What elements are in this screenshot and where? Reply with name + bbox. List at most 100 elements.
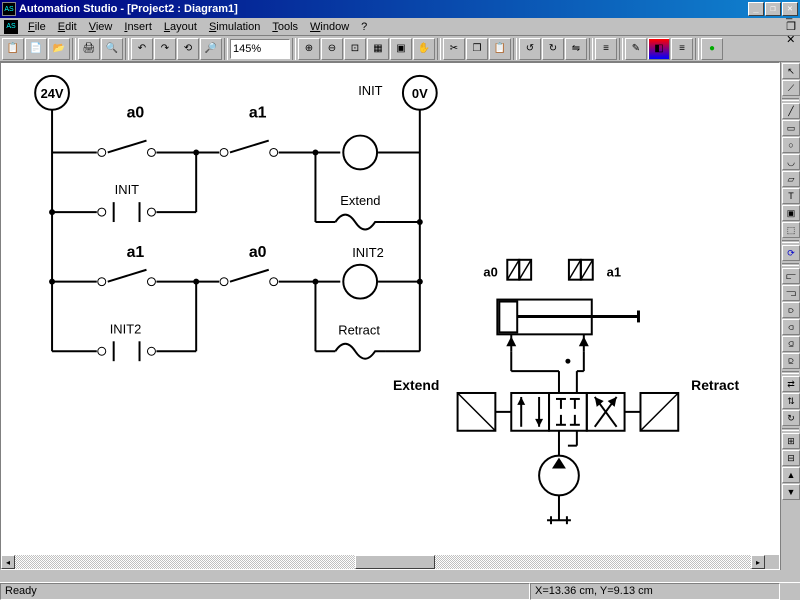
menubar: AS File Edit View Insert Layout Simulati…: [0, 18, 800, 36]
svg-text:a0: a0: [249, 244, 267, 261]
scroll-right-button[interactable]: ▸: [751, 555, 765, 569]
redo-button[interactable]: ↷: [154, 38, 176, 60]
svg-text:INIT2: INIT2: [110, 321, 142, 336]
flip-v-tool[interactable]: ⇅: [782, 393, 800, 409]
app-icon: AS: [2, 2, 16, 16]
svg-text:a1: a1: [607, 265, 621, 280]
scroll-thumb[interactable]: [355, 555, 435, 569]
align-center-tool[interactable]: ⫎: [782, 285, 800, 301]
menu-tools[interactable]: Tools: [266, 20, 304, 34]
window-title: Automation Studio - [Project2 : Diagram1…: [19, 3, 748, 15]
group-tool[interactable]: ⊞: [782, 433, 800, 449]
diagram-canvas[interactable]: 24V 0V a0 a1 INIT: [1, 63, 779, 555]
front-tool[interactable]: ▲: [782, 467, 800, 483]
scroll-left-button[interactable]: ◂: [1, 555, 15, 569]
label-0v: 0V: [412, 86, 428, 101]
align-left-tool[interactable]: ⫍: [782, 268, 800, 284]
text-tool[interactable]: T: [782, 188, 800, 204]
zoomin-button[interactable]: ⊕: [298, 38, 320, 60]
ellipse-tool[interactable]: ○: [782, 137, 800, 153]
label-24v: 24V: [41, 86, 64, 101]
cut-button[interactable]: ✂: [443, 38, 465, 60]
rung-1: a0 a1 INIT: [52, 83, 420, 170]
svg-text:Retract: Retract: [691, 377, 739, 393]
line-tool[interactable]: ╱: [782, 103, 800, 119]
mdi-restore-button[interactable]: ❐: [786, 20, 796, 33]
minimize-button[interactable]: _: [748, 2, 764, 16]
rect-tool[interactable]: ▭: [782, 120, 800, 136]
svg-text:Extend: Extend: [393, 377, 439, 393]
run-button[interactable]: ●: [701, 38, 723, 60]
print-button[interactable]: 🖨: [78, 38, 100, 60]
svg-text:INIT: INIT: [115, 182, 139, 197]
pointer-tool[interactable]: ↖: [782, 63, 800, 79]
line-button[interactable]: ≡: [671, 38, 693, 60]
cylinder-group: a0 a1: [483, 260, 638, 351]
svg-text:INIT: INIT: [358, 83, 382, 98]
main-area: 24V 0V a0 a1 INIT: [0, 62, 780, 570]
arc-tool[interactable]: ◡: [782, 154, 800, 170]
valve-group: Extend Retract: [393, 351, 739, 431]
ungroup-tool[interactable]: ⊟: [782, 450, 800, 466]
polygon-tool[interactable]: ▱: [782, 171, 800, 187]
toolbar: 📋 📄 📂 🖨 🔍 ↶ ↷ ⟲ 🔎 ⊕ ⊖ ⊡ ▦ ▣ ✋ ✂ ❐ 📋 ↺ ↻ …: [0, 36, 800, 62]
menu-layout[interactable]: Layout: [158, 20, 203, 34]
flip-h-tool[interactable]: ⇄: [782, 376, 800, 392]
preview-button[interactable]: 🔍: [101, 38, 123, 60]
props-button[interactable]: ≡: [595, 38, 617, 60]
zoomwin-button[interactable]: ▦: [367, 38, 389, 60]
menu-file[interactable]: File: [22, 20, 52, 34]
status-coords: X=13.36 cm, Y=9.13 cm: [530, 583, 780, 600]
zoomout-button[interactable]: ⊖: [321, 38, 343, 60]
svg-text:a1: a1: [249, 105, 267, 122]
link-tool[interactable]: ⟋: [782, 80, 800, 96]
copy-button[interactable]: 📄: [25, 38, 47, 60]
align-middle-tool[interactable]: ⫑: [782, 336, 800, 352]
titlebar: AS Automation Studio - [Project2 : Diagr…: [0, 0, 800, 18]
menu-edit[interactable]: Edit: [52, 20, 83, 34]
zoomfit-button[interactable]: ⊡: [344, 38, 366, 60]
rotate-tool[interactable]: ↻: [782, 410, 800, 426]
horizontal-scrollbar[interactable]: ◂ ▸: [1, 555, 765, 569]
menu-view[interactable]: View: [83, 20, 119, 34]
open-button[interactable]: 📂: [48, 38, 70, 60]
color-button[interactable]: ◧: [648, 38, 670, 60]
status-text: Ready: [0, 583, 530, 600]
statusbar: Ready X=13.36 cm, Y=9.13 cm: [0, 582, 800, 600]
menu-help[interactable]: ?: [355, 20, 373, 34]
rotate-left-button[interactable]: ↺: [519, 38, 541, 60]
right-toolbar: ↖ ⟋ ╱ ▭ ○ ◡ ▱ T ▣ ⬚ ⟳ ⫍ ⫎ ⫐ ⫏ ⫑ ⫒ ⇄ ⇅ ↻ …: [780, 62, 800, 570]
svg-text:Retract: Retract: [338, 322, 380, 337]
align-top-tool[interactable]: ⫏: [782, 319, 800, 335]
rung-2: a1 a0 INIT2: [49, 244, 423, 299]
field-tool[interactable]: ⬚: [782, 222, 800, 238]
image-tool[interactable]: ▣: [782, 205, 800, 221]
svg-text:a0: a0: [483, 265, 497, 280]
doc-icon[interactable]: AS: [4, 20, 18, 34]
menu-window[interactable]: Window: [304, 20, 355, 34]
mdi-minimize-button[interactable]: _: [786, 8, 796, 20]
refresh-tool[interactable]: ⟳: [782, 245, 800, 261]
pan-button[interactable]: ✋: [413, 38, 435, 60]
rotate-right-button[interactable]: ↻: [542, 38, 564, 60]
svg-text:Extend: Extend: [340, 193, 380, 208]
flip-button[interactable]: ⇋: [565, 38, 587, 60]
restore-button[interactable]: ❐: [765, 2, 781, 16]
svg-text:INIT2: INIT2: [352, 245, 384, 260]
tool-a-button[interactable]: ⟲: [177, 38, 199, 60]
align-right-tool[interactable]: ⫐: [782, 302, 800, 318]
zoom100-button[interactable]: ▣: [390, 38, 412, 60]
tool-b-button[interactable]: 🔎: [200, 38, 222, 60]
pen-button[interactable]: ✎: [625, 38, 647, 60]
copy2-button[interactable]: ❐: [466, 38, 488, 60]
undo-button[interactable]: ↶: [131, 38, 153, 60]
zoom-input[interactable]: [230, 39, 290, 59]
paste2-button[interactable]: 📋: [489, 38, 511, 60]
svg-text:a1: a1: [127, 244, 145, 261]
align-bottom-tool[interactable]: ⫒: [782, 353, 800, 369]
back-tool[interactable]: ▼: [782, 484, 800, 500]
paste-button[interactable]: 📋: [2, 38, 24, 60]
mdi-close-button[interactable]: ✕: [786, 33, 796, 46]
menu-simulation[interactable]: Simulation: [203, 20, 266, 34]
menu-insert[interactable]: Insert: [118, 20, 158, 34]
